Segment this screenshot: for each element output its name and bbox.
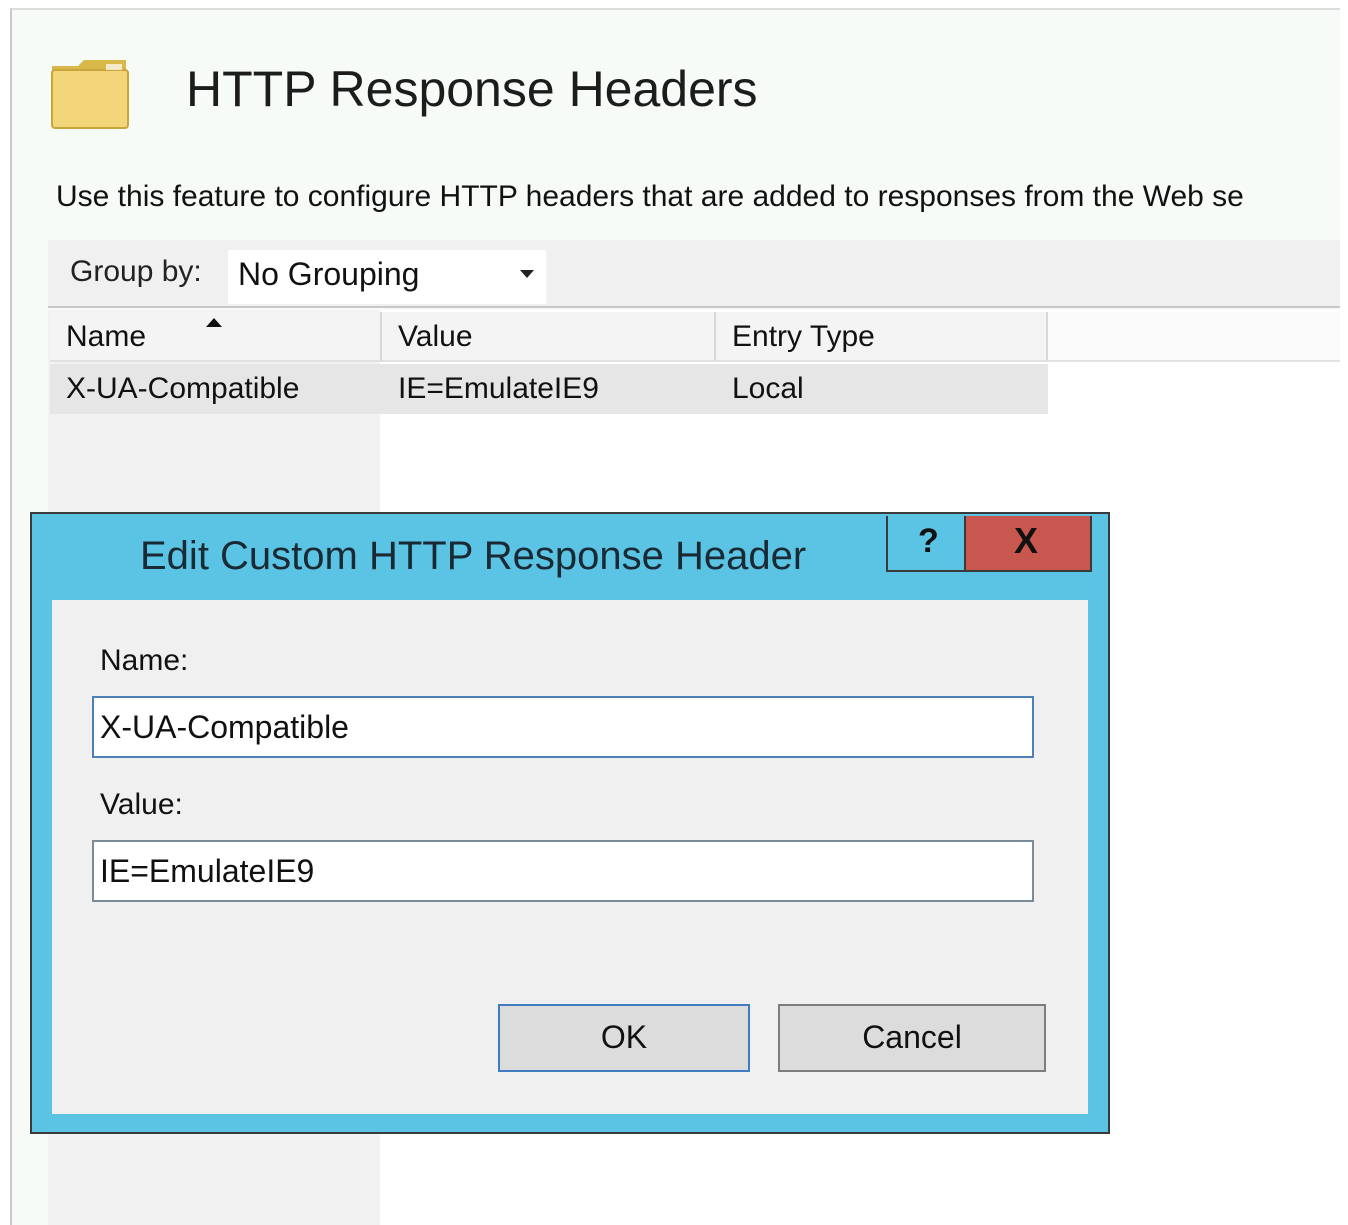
group-by-label: Group by: bbox=[70, 255, 202, 288]
dialog-title: Edit Custom HTTP Response Header bbox=[140, 534, 807, 578]
page-title: HTTP Response Headers bbox=[186, 61, 758, 117]
column-header-label: Name bbox=[66, 320, 147, 353]
table-row[interactable]: X-UA-Compatible IE=EmulateIE9 Local bbox=[50, 364, 1048, 414]
sort-ascending-icon bbox=[206, 318, 222, 327]
column-header-filler bbox=[1048, 312, 1340, 362]
column-header-entry-type[interactable]: Entry Type bbox=[716, 312, 1048, 362]
folder-icon bbox=[51, 60, 129, 129]
cell-name: X-UA-Compatible bbox=[66, 372, 300, 405]
column-header-value[interactable]: Value bbox=[382, 312, 716, 362]
group-by-dropdown[interactable]: No Grouping bbox=[228, 250, 546, 304]
close-icon: X bbox=[1014, 520, 1039, 561]
help-icon: ? bbox=[918, 522, 939, 560]
close-button[interactable]: X bbox=[964, 516, 1092, 572]
value-label: Value: bbox=[100, 788, 183, 821]
cell-value: IE=EmulateIE9 bbox=[398, 372, 599, 405]
value-input[interactable] bbox=[92, 840, 1034, 902]
chevron-down-icon bbox=[520, 270, 534, 278]
edit-header-dialog: Edit Custom HTTP Response Header ? X Nam… bbox=[30, 512, 1110, 1134]
help-button[interactable]: ? bbox=[886, 516, 966, 572]
feature-description: Use this feature to configure HTTP heade… bbox=[56, 180, 1244, 213]
column-header-label: Entry Type bbox=[732, 320, 875, 353]
cell-entry-type: Local bbox=[732, 372, 804, 405]
cancel-button[interactable]: Cancel bbox=[778, 1004, 1046, 1072]
group-by-value: No Grouping bbox=[238, 256, 420, 292]
name-input[interactable] bbox=[92, 696, 1034, 758]
name-label: Name: bbox=[100, 644, 189, 677]
column-header-label: Value bbox=[398, 320, 473, 353]
ok-button[interactable]: OK bbox=[498, 1004, 750, 1072]
